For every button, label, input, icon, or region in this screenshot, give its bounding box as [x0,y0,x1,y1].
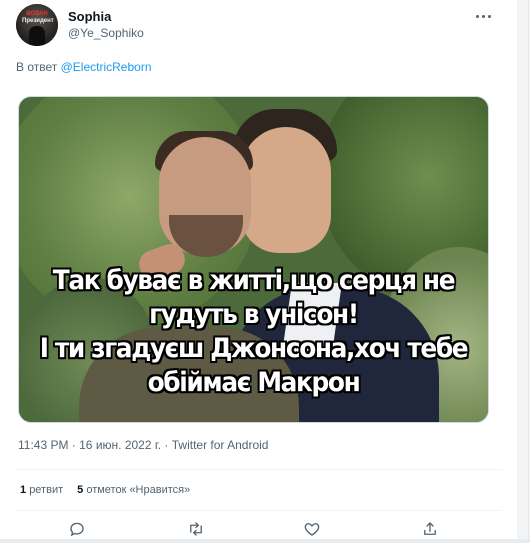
engagement-stats: 1 ретвит 5 отметок «Нравится» [20,484,190,496]
like-count: 5 [77,484,84,496]
reply-context: В ответ @ElectricReborn [16,60,152,74]
author-name[interactable]: Sophia [68,9,111,24]
avatar-text-top: ВОВАН [26,11,48,17]
retweet-count: 1 [20,484,27,496]
more-options-icon[interactable] [474,8,494,24]
avatar-text-bottom: Президент [22,18,54,24]
retweet-stat[interactable]: 1 ретвит [20,484,63,496]
tweet-image[interactable]: Так буває в житті,що серця не гудуть в у… [18,96,489,423]
tweet-timestamp[interactable]: 11:43 PM · 16 июн. 2022 г. · Twitter for… [18,438,268,452]
author-handle[interactable]: @Ye_Sophiko [68,26,144,40]
divider [16,469,502,470]
side-gutter [518,0,530,539]
caption-line-2: гудуть в унісон! [149,299,359,330]
reply-prefix: В ответ [16,60,58,74]
caption-line-4: обіймає Макрон [147,367,361,398]
caption-line-1: Так буває в житті,що серця не [52,265,456,296]
tweet-card: ВОВАН Президент Sophia @Ye_Sophiko В отв… [0,0,518,539]
reply-mention-link[interactable]: @ElectricReborn [61,60,152,74]
caption-line-3: І ти згадуєш Джонсона,хоч тебе [39,333,469,364]
like-stat[interactable]: 5 отметок «Нравится» [77,484,190,496]
divider [16,510,502,511]
like-label: отметок «Нравится» [86,484,191,496]
avatar[interactable]: ВОВАН Президент [16,4,58,46]
retweet-label: ретвит [29,484,64,496]
image-caption: Так буває в житті,що серця не гудуть в у… [38,264,469,400]
